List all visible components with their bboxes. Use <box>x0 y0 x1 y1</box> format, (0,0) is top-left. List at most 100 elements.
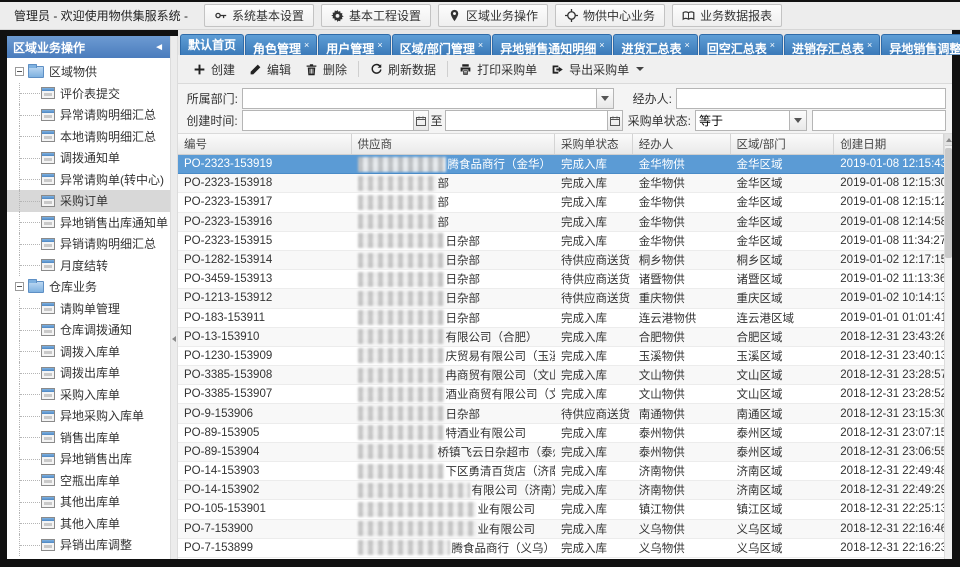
table-row[interactable]: PO-1282-153914日杂部待供应商送货桐乡物供桐乡区域2019-01-0… <box>178 251 944 270</box>
close-icon[interactable]: × <box>867 40 872 50</box>
close-icon[interactable]: × <box>599 40 604 50</box>
tree-item[interactable]: 异地销售出库 <box>7 448 170 470</box>
tree-item[interactable]: 调拨通知单 <box>7 147 170 169</box>
tree-item[interactable]: 空瓶出库单 <box>7 470 170 492</box>
column-header-3[interactable]: 经办人 <box>633 134 731 154</box>
tree-item[interactable]: 采购订单 <box>7 190 170 212</box>
print-po-button[interactable]: 打印采购单 <box>452 57 544 81</box>
column-header-5[interactable]: 创建日期 <box>834 134 944 154</box>
table-row[interactable]: PO-7-153899腾食品商行（义乌）完成入库义乌物供义乌区域2018-12-… <box>178 539 944 558</box>
tree-item[interactable]: 评价表提交 <box>7 83 170 105</box>
tree-item[interactable]: 采购入库单 <box>7 384 170 406</box>
tree-item[interactable]: 异常请购单(转中心) <box>7 169 170 191</box>
po-status-value-input[interactable] <box>813 111 945 130</box>
delete-button[interactable]: 删除 <box>298 57 354 81</box>
sidebar-scrollbar[interactable] <box>170 36 178 559</box>
tree-item[interactable]: 异销请购明细汇总 <box>7 233 170 255</box>
tab-5[interactable]: 进货汇总表× <box>613 34 697 55</box>
calendar-icon[interactable] <box>413 111 428 130</box>
create-button[interactable]: 创建 <box>186 57 242 81</box>
tab-1[interactable]: 角色管理× <box>245 34 317 55</box>
close-icon[interactable]: × <box>478 40 483 50</box>
column-header-2[interactable]: 采购单状态 <box>555 134 633 154</box>
created-from-field[interactable] <box>242 110 429 131</box>
table-row[interactable]: PO-3385-153907酒业商贸有限公司（文山）完成入库文山物供文山区域20… <box>178 385 944 404</box>
tree-item[interactable]: 异地采购入库单 <box>7 405 170 427</box>
tree-item[interactable]: 月度结转 <box>7 255 170 277</box>
table-row[interactable]: PO-105-153901业有限公司完成入库镇江物供镇江区域2018-12-31… <box>178 500 944 519</box>
tree-folder-1[interactable]: 仓库业务 <box>7 276 170 298</box>
created-to-input[interactable] <box>446 111 608 130</box>
supply-center-button[interactable]: 物供中心业务 <box>555 4 665 27</box>
dropdown-icon[interactable] <box>789 111 806 130</box>
table-row[interactable]: PO-14-153902有限公司（济南）完成入库济南物供济南区域2018-12-… <box>178 481 944 500</box>
tree-item[interactable]: 其他入库单 <box>7 513 170 535</box>
table-row[interactable]: PO-2323-153915日杂部完成入库金华物供金华区域2019-01-08 … <box>178 232 944 251</box>
collapse-node-icon[interactable] <box>15 282 24 291</box>
close-icon[interactable]: × <box>377 40 382 50</box>
tab-3[interactable]: 区域/部门管理× <box>392 34 492 55</box>
agent-field[interactable] <box>676 88 946 109</box>
tab-6[interactable]: 回空汇总表× <box>699 34 783 55</box>
tree-item[interactable]: 请购单管理 <box>7 298 170 320</box>
system-settings-button[interactable]: 系统基本设置 <box>204 4 314 27</box>
tree-item[interactable]: 异地销售出库通知单 <box>7 212 170 234</box>
table-row[interactable]: PO-3385-153908冉商贸有限公司（文山）完成入库文山物供文山区域201… <box>178 366 944 385</box>
tab-0[interactable]: 默认首页 <box>180 34 244 55</box>
tab-4[interactable]: 异地销售通知明细× <box>492 34 612 55</box>
tab-7[interactable]: 进销存汇总表× <box>784 34 880 55</box>
po-status-value-field[interactable] <box>812 110 946 131</box>
table-row[interactable]: PO-14-153903下区勇清百货店（济南）完成入库济南物供济南区域2018-… <box>178 462 944 481</box>
column-header-4[interactable]: 区域/部门 <box>731 134 835 154</box>
table-row[interactable]: PO-2323-153916部完成入库金华物供金华区域2019-01-08 12… <box>178 213 944 232</box>
data-reports-button[interactable]: 业务数据报表 <box>672 4 782 27</box>
table-row[interactable]: PO-89-153904桥镇飞云日杂超市（泰州）完成入库泰州物供泰州区域2018… <box>178 443 944 462</box>
collapse-node-icon[interactable] <box>15 67 24 76</box>
table-row[interactable]: PO-183-153911日杂部完成入库连云港物供连云港区域2019-01-01… <box>178 309 944 328</box>
tree-folder-0[interactable]: 区域物供 <box>7 61 170 83</box>
tab-8[interactable]: 异地销售调整明细× <box>881 34 960 55</box>
table-row[interactable]: PO-9-153906日杂部待供应商送货南通物供南通区域2018-12-31 2… <box>178 404 944 423</box>
po-status-operator-select[interactable] <box>695 110 807 131</box>
tree-item[interactable]: 本地请购明细汇总 <box>7 126 170 148</box>
scrollbar-thumb[interactable] <box>945 148 952 258</box>
tree-item[interactable]: 异常请购明细汇总 <box>7 104 170 126</box>
basic-engineering-button[interactable]: 基本工程设置 <box>321 4 431 27</box>
created-from-input[interactable] <box>243 111 413 130</box>
table-row[interactable]: PO-2323-153918部完成入库金华物供金华区域2019-01-08 12… <box>178 174 944 193</box>
scroll-up-icon[interactable] <box>945 134 952 146</box>
po-status-operator[interactable] <box>696 111 789 130</box>
agent-input[interactable] <box>677 89 945 108</box>
tree-item[interactable]: 仓库调拨通知 <box>7 319 170 341</box>
calendar-icon[interactable] <box>607 111 622 130</box>
tree-item[interactable]: 销售出库单 <box>7 427 170 449</box>
department-input[interactable] <box>243 89 596 108</box>
tree-item[interactable]: 调拨入库单 <box>7 341 170 363</box>
export-po-button[interactable]: 导出采购单 <box>544 57 651 81</box>
tree-item[interactable]: 调拨出库单 <box>7 362 170 384</box>
sidebar-header[interactable]: 区域业务操作 ◄ <box>7 36 170 58</box>
edit-button[interactable]: 编辑 <box>242 57 298 81</box>
close-icon[interactable]: × <box>304 40 309 50</box>
dropdown-icon[interactable] <box>596 89 613 108</box>
column-header-1[interactable]: 供应商 <box>352 134 555 154</box>
collapse-sidebar-icon[interactable]: ◄ <box>154 42 164 53</box>
department-select[interactable] <box>242 88 614 109</box>
table-scrollbar[interactable] <box>944 134 952 559</box>
table-row[interactable]: PO-2323-153919腾食品商行（金华）完成入库金华物供金华区域2019-… <box>178 155 944 174</box>
table-row[interactable]: PO-3459-153913日杂部待供应商送货诸暨物供诸暨区域2019-01-0… <box>178 270 944 289</box>
table-row[interactable]: PO-1230-153909庆贸易有限公司（玉溪）完成入库玉溪物供玉溪区域201… <box>178 347 944 366</box>
tab-2[interactable]: 用户管理× <box>318 34 390 55</box>
column-header-0[interactable]: 编号 <box>178 134 352 154</box>
tree-item[interactable]: 异销出库调整 <box>7 534 170 556</box>
close-icon[interactable]: × <box>770 40 775 50</box>
close-icon[interactable]: × <box>684 40 689 50</box>
table-row[interactable]: PO-13-153910有限公司（合肥）完成入库合肥物供合肥区域2018-12-… <box>178 328 944 347</box>
region-operations-button[interactable]: 区域业务操作 <box>438 4 548 27</box>
tree-item[interactable]: 其他出库单 <box>7 491 170 513</box>
refresh-button[interactable]: 刷新数据 <box>363 57 443 81</box>
created-to-field[interactable] <box>445 110 624 131</box>
table-row[interactable]: PO-89-153905特酒业有限公司完成入库泰州物供泰州区域2018-12-3… <box>178 424 944 443</box>
table-row[interactable]: PO-7-153900业有限公司完成入库义乌物供义乌区域2018-12-31 2… <box>178 520 944 539</box>
table-row[interactable]: PO-2323-153917部完成入库金华物供金华区域2019-01-08 12… <box>178 193 944 212</box>
